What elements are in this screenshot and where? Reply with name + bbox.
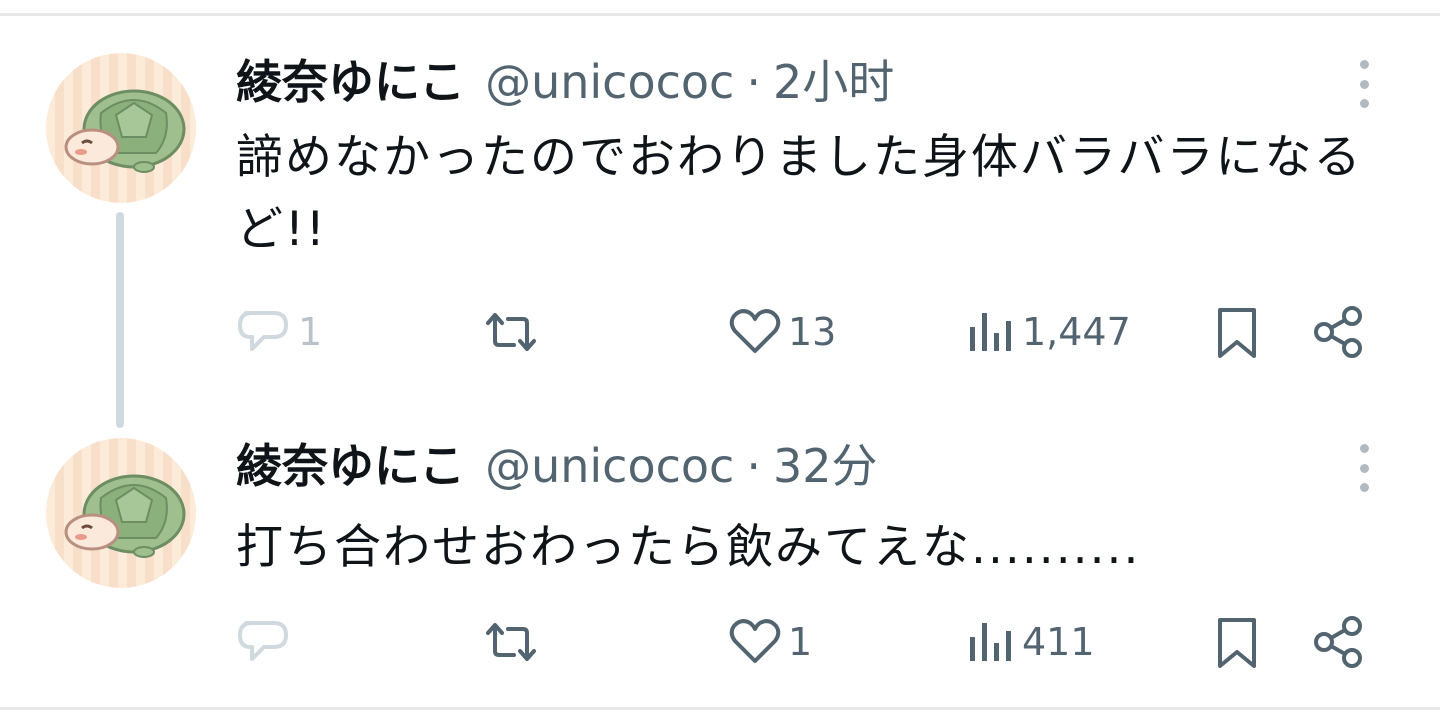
- bookmark-icon: [1218, 618, 1256, 668]
- author-name[interactable]: 綾奈ゆにこ: [236, 436, 465, 496]
- retweet-button[interactable]: [480, 612, 548, 672]
- share-icon: [1314, 616, 1362, 668]
- author-handle[interactable]: @unicococ: [485, 436, 734, 496]
- more-options-icon[interactable]: [1346, 440, 1382, 496]
- tweet-actions: 1 411: [0, 612, 1440, 672]
- views-count: 411: [1022, 620, 1095, 664]
- views-icon: [970, 623, 1011, 661]
- reply-icon: [238, 621, 288, 661]
- like-button[interactable]: 1: [728, 612, 812, 672]
- views-button[interactable]: 411: [966, 612, 1095, 672]
- tweet-text: 打ち合わせおわったら飲みてえな..........: [236, 520, 1141, 575]
- turtle-avatar-icon: [64, 474, 186, 558]
- avatar[interactable]: [46, 438, 196, 588]
- tweet-header: 綾奈ゆにこ @unicococ · 32分: [236, 436, 878, 496]
- like-icon: [729, 619, 781, 663]
- bookmark-button[interactable]: [1212, 612, 1262, 672]
- header-separator: ·: [746, 439, 761, 493]
- like-count: 1: [788, 620, 813, 664]
- reply-button[interactable]: [236, 612, 298, 672]
- bottom-divider: [0, 707, 1440, 710]
- retweet-icon: [486, 623, 536, 661]
- tweet-2[interactable]: 綾奈ゆにこ @unicococ · 32分 打ち合わせおわったら飲みてえな...…: [0, 0, 1440, 707]
- share-button[interactable]: [1310, 612, 1370, 672]
- tweet-timestamp[interactable]: 32分: [773, 436, 878, 496]
